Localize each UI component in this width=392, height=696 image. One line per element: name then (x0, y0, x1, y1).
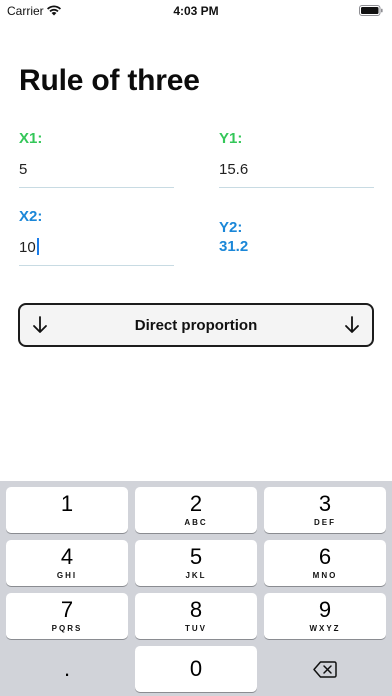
key-9[interactable]: 9 WXYZ (264, 593, 386, 639)
key-5[interactable]: 5 JKL (135, 540, 257, 586)
key-letters: WXYZ (309, 624, 341, 633)
key-letters: JKL (185, 571, 207, 580)
battery-icon (359, 5, 383, 16)
key-digit: 3 (318, 491, 332, 516)
key-letters: PQRS (51, 624, 83, 633)
key-digit: 7 (60, 597, 74, 622)
key-2[interactable]: 2 ABC (135, 487, 257, 533)
key-digit: 2 (189, 491, 203, 516)
key-3[interactable]: 3 DEF (264, 487, 386, 533)
key-7[interactable]: 7 PQRS (6, 593, 128, 639)
y2-result: 31.2 (219, 238, 249, 255)
proportion-label: Direct proportion (134, 317, 258, 334)
delete-backspace-icon (313, 661, 337, 678)
numeric-keyboard: 1 2 ABC 3 DEF 4 GHI 5 JKL 6 MNO 7 PQRS 8… (0, 481, 392, 696)
y1-underline (219, 187, 374, 188)
status-bar: Carrier 4:03 PM (0, 0, 392, 22)
text-cursor (36, 238, 39, 255)
y1-input[interactable]: 15.6 (219, 161, 248, 178)
x2-input[interactable]: 10 (19, 238, 39, 256)
arrow-down-icon (345, 316, 359, 333)
key-digit: 0 (189, 656, 203, 681)
status-time: 4:03 PM (173, 4, 219, 18)
x1-label: X1: (19, 130, 43, 147)
key-letters: GHI (56, 571, 78, 580)
key-digit: 8 (189, 597, 203, 622)
page-title: Rule of three (19, 64, 200, 97)
key-digit: 6 (318, 544, 332, 569)
key-letters: TUV (185, 624, 207, 633)
key-6[interactable]: 6 MNO (264, 540, 386, 586)
x2-underline (19, 265, 174, 266)
key-8[interactable]: 8 TUV (135, 593, 257, 639)
key-letters: ABC (184, 518, 208, 527)
x2-label: X2: (19, 208, 43, 225)
key-delete[interactable] (264, 646, 386, 692)
key-digit: 1 (60, 491, 74, 516)
key-letters: DEF (314, 518, 336, 527)
key-digit: 4 (60, 544, 74, 569)
key-0[interactable]: 0 (135, 646, 257, 692)
y2-label: Y2: (219, 219, 243, 236)
x1-underline (19, 187, 174, 188)
proportion-toggle-button[interactable]: Direct proportion (18, 303, 374, 347)
key-digit: 9 (318, 597, 332, 622)
x1-input[interactable]: 5 (19, 161, 27, 178)
key-4[interactable]: 4 GHI (6, 540, 128, 586)
x2-input-value: 10 (19, 239, 36, 256)
key-decimal[interactable]: . (6, 646, 128, 692)
key-1[interactable]: 1 (6, 487, 128, 533)
y1-label: Y1: (219, 130, 243, 147)
key-digit: 5 (189, 544, 203, 569)
key-letters: MNO (312, 571, 338, 580)
decimal-label: . (63, 656, 71, 681)
